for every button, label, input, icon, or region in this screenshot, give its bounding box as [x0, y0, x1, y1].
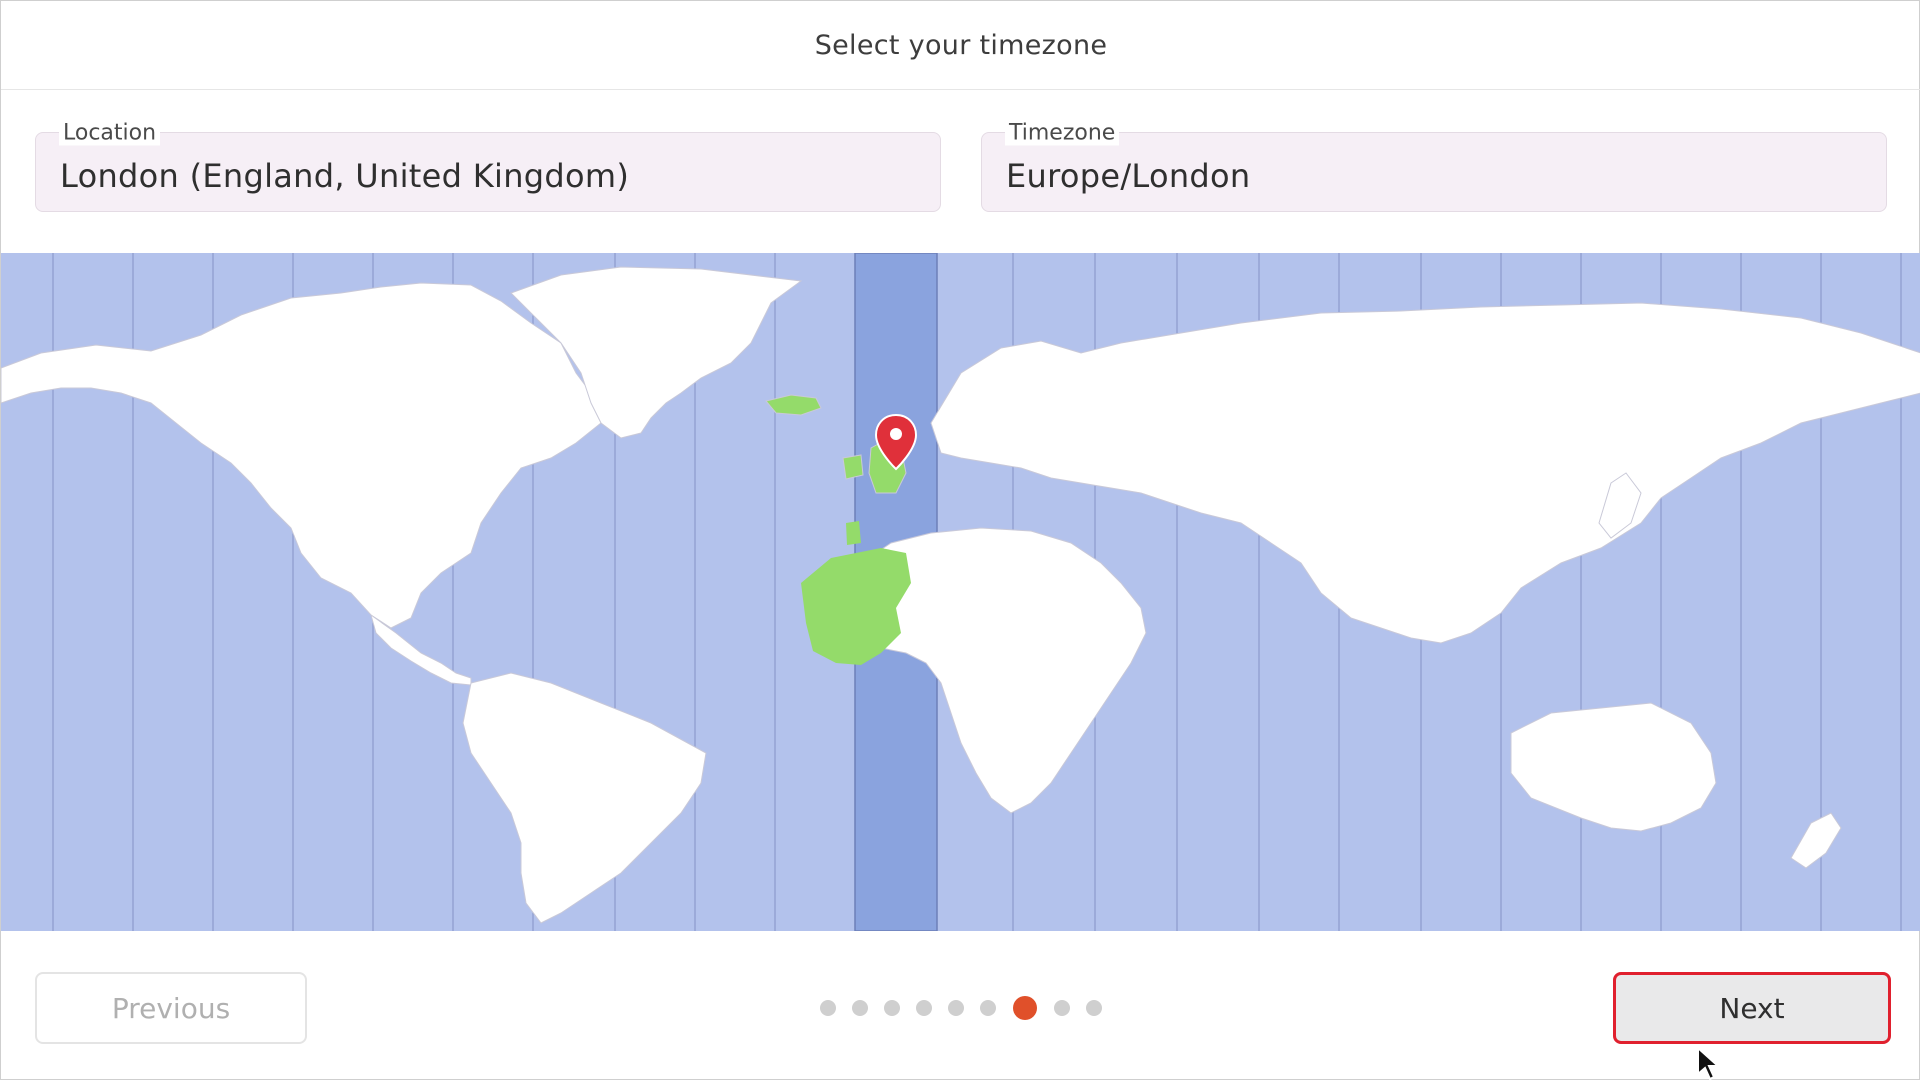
step-dot	[884, 1000, 900, 1016]
step-dot	[852, 1000, 868, 1016]
page-title: Select your timezone	[814, 29, 1108, 61]
ireland	[842, 454, 864, 480]
timezone-input[interactable]: Europe/London	[1006, 157, 1251, 195]
location-input[interactable]: London (England, United Kingdom)	[60, 157, 629, 195]
next-button[interactable]: Next	[1613, 972, 1891, 1044]
step-dot-active	[1013, 996, 1037, 1020]
installer-window: Select your timezone Location London (En…	[0, 0, 1920, 1081]
timezone-label: Timezone	[1005, 120, 1120, 146]
mouse-cursor-icon	[1697, 1046, 1721, 1081]
world-map[interactable]	[1, 253, 1920, 931]
step-dot	[916, 1000, 932, 1016]
portugal	[846, 521, 861, 545]
step-dot	[1054, 1000, 1070, 1016]
step-dot	[948, 1000, 964, 1016]
timezone-map[interactable]	[1, 253, 1920, 931]
location-field[interactable]: Location London (England, United Kingdom…	[35, 120, 941, 212]
step-dot	[980, 1000, 996, 1016]
previous-button[interactable]: Previous	[35, 972, 307, 1044]
step-dot	[1086, 1000, 1102, 1016]
location-label: Location	[59, 120, 161, 146]
step-dot	[820, 1000, 836, 1016]
header-bar: Select your timezone	[1, 1, 1920, 90]
timezone-field[interactable]: Timezone Europe/London	[981, 120, 1887, 212]
